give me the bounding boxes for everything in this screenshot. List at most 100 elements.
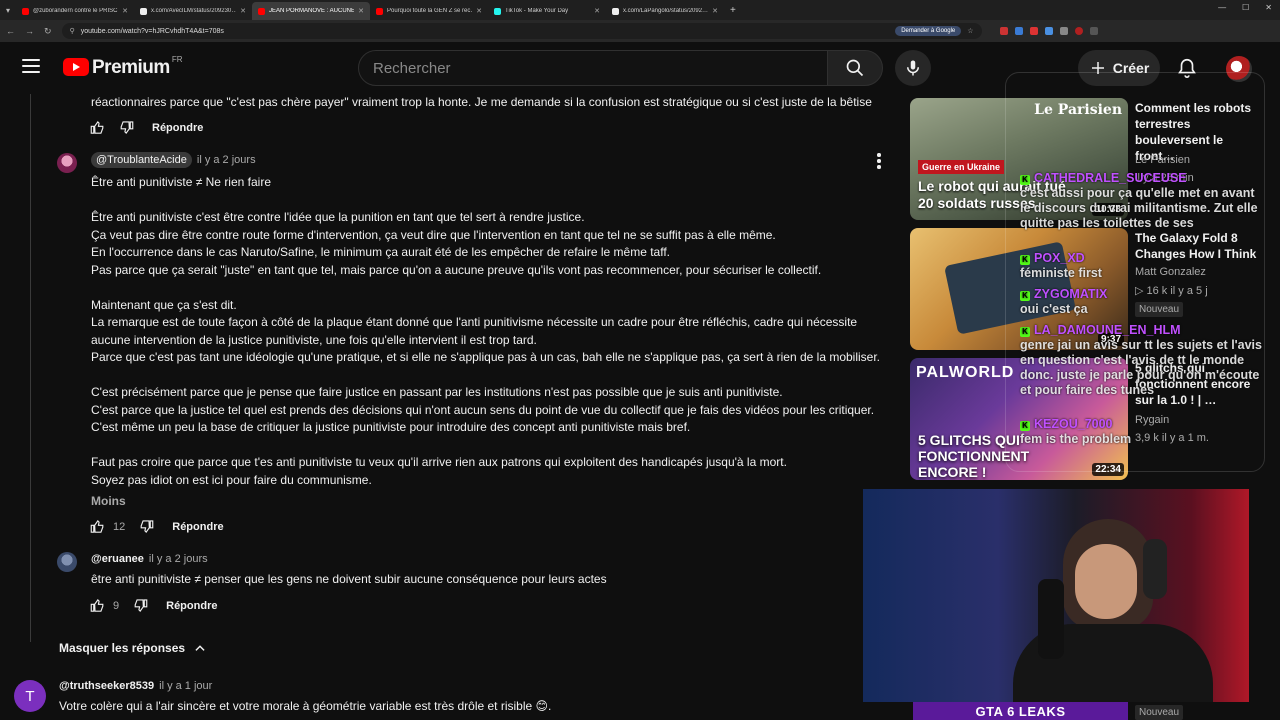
close-window-icon[interactable]: ✕ <box>1265 3 1272 12</box>
close-tab-icon[interactable]: ✕ <box>358 7 364 15</box>
chat-text: oui c'est ça <box>1020 302 1088 316</box>
new-tab-icon[interactable]: + <box>724 5 742 16</box>
browser-tab[interactable]: Pourquoi toute la GEN Z se rec… ✕ <box>370 2 488 20</box>
avatar[interactable]: T <box>14 680 46 712</box>
avatar[interactable] <box>57 153 77 173</box>
chat-text: genre jai un avis sur tt les sujets et l… <box>1020 338 1262 397</box>
streamer-face <box>1075 544 1137 619</box>
youtube-premium-logo[interactable]: Premium FR <box>63 55 183 78</box>
menu-icon[interactable] <box>1089 27 1098 35</box>
chat-text: fem is the problem <box>1020 432 1132 446</box>
browser-tab-active[interactable]: JEAN PORMANOVE : AUCUNE… ✕ <box>252 2 370 20</box>
comment-header: @TroublanteAcide il y a 2 jours <box>91 152 256 168</box>
close-tab-icon[interactable]: ✕ <box>240 7 246 15</box>
author-name[interactable]: @eruanee <box>91 553 144 565</box>
tab-title: TikTok - Make Your Day <box>505 8 569 14</box>
search-input[interactable] <box>373 59 827 77</box>
search-icon <box>846 59 864 77</box>
microphone-icon <box>907 60 919 76</box>
close-tab-icon[interactable]: ✕ <box>712 7 718 15</box>
hide-replies-button[interactable]: Masquer les réponses <box>59 641 207 655</box>
reply-button[interactable]: Répondre <box>152 122 203 134</box>
comment-time[interactable]: il y a 2 jours <box>149 553 208 565</box>
extension-icon[interactable] <box>999 27 1008 35</box>
like-icon[interactable] <box>90 120 105 135</box>
comment-line: Être anti punitiviste c'est être contre … <box>91 210 585 224</box>
browser-tab[interactable]: x.com/AvecILM/status/209230… ✕ <box>134 2 252 20</box>
author-name[interactable]: @TroublanteAcide <box>91 152 192 168</box>
browser-tab[interactable]: TikTok - Make Your Day ✕ <box>488 2 606 20</box>
reply-button[interactable]: Répondre <box>166 600 217 612</box>
comment-actions: 12 Répondre <box>90 519 224 534</box>
logo-country-code: FR <box>171 55 183 64</box>
like-icon[interactable] <box>90 519 105 534</box>
chat-message: K CATHEDRALE_SUCEUSE c'est aussi pour ça q… <box>1020 171 1265 231</box>
comment-line: Ça veut pas dire être contre route forme… <box>91 227 776 242</box>
tab-search-icon[interactable]: ▾ <box>0 0 16 20</box>
comment-text: être anti punitiviste ≠ penser que les g… <box>91 572 607 586</box>
close-tab-icon[interactable]: ✕ <box>594 7 600 15</box>
tab-title: JEAN PORMANOVE : AUCUNE… <box>269 8 355 14</box>
extension-icon[interactable] <box>1044 27 1053 35</box>
reply-button[interactable]: Répondre <box>172 521 223 533</box>
thumb-game-title: PALWORLD <box>916 364 1015 381</box>
dislike-icon[interactable] <box>119 120 134 135</box>
bookmark-star-icon[interactable]: ☆ <box>967 27 973 35</box>
comment-line: aucune intervention de la justice puniti… <box>91 332 537 347</box>
forward-icon[interactable]: → <box>25 26 34 36</box>
like-count: 9 <box>113 599 120 612</box>
comment-line: Soyez pas idiot on est ici pour faire du… <box>91 472 372 487</box>
browser-tab[interactable]: x.com/LaPangolo/status/2092… ✕ <box>606 2 724 20</box>
comments-section: réactionnaires parce que "c'est pas chèr… <box>0 94 900 720</box>
browser-toolbar: ← → ↻ ⚲ youtube.com/watch?v=hJRCvhdhT4A&… <box>0 20 1280 42</box>
extension-icon[interactable] <box>1014 27 1023 35</box>
ask-google-button[interactable]: Demander à Google <box>895 26 962 36</box>
profile-icon[interactable] <box>1074 27 1083 35</box>
voice-search-button[interactable] <box>895 50 931 86</box>
minimize-icon[interactable]: — <box>1218 3 1226 12</box>
like-icon[interactable] <box>90 598 105 613</box>
comment-line: Maintenant que ça s'est dit. <box>91 297 237 312</box>
like-count: 12 <box>113 520 126 533</box>
address-bar[interactable]: ⚲ youtube.com/watch?v=hJRCvhdhT4A&t=708s… <box>61 23 982 39</box>
chat-username: LA_DAMOUNE_EN_HLM <box>1034 323 1181 337</box>
show-less-button[interactable]: Moins <box>91 494 126 508</box>
dislike-icon[interactable] <box>133 598 148 613</box>
stream-chat-overlay: K CATHEDRALE_SUCEUSE c'est aussi pour ça q… <box>1005 72 1265 472</box>
chat-text: féministe first <box>1020 266 1102 280</box>
kick-badge-icon: K <box>1020 175 1030 185</box>
comment-text: Votre colère qui a l'air sincère et votr… <box>59 699 552 713</box>
comment-time[interactable]: il y a 2 jours <box>197 154 256 166</box>
chat-message: K KEZOU_7000 fem is the problem <box>1020 417 1265 447</box>
close-tab-icon[interactable]: ✕ <box>122 7 128 15</box>
avatar[interactable] <box>57 552 77 572</box>
chevron-up-icon <box>195 645 205 651</box>
extension-icon[interactable] <box>1059 27 1068 35</box>
search-box[interactable] <box>358 50 828 86</box>
chat-message: K LA_DAMOUNE_EN_HLM genre jai un avis sur … <box>1020 323 1265 398</box>
close-tab-icon[interactable]: ✕ <box>476 7 482 15</box>
author-name[interactable]: @truthseeker8539 <box>59 680 154 692</box>
kick-badge-icon: K <box>1020 291 1030 301</box>
back-icon[interactable]: ← <box>6 26 15 36</box>
dislike-icon[interactable] <box>139 519 154 534</box>
reload-icon[interactable]: ↻ <box>44 26 52 37</box>
browser-tab[interactable]: @zuborandern contre le PRISC… ✕ <box>16 2 134 20</box>
site-info-icon[interactable]: ⚲ <box>70 27 75 35</box>
hamburger-menu-icon[interactable] <box>22 59 40 77</box>
maximize-icon[interactable]: ☐ <box>1242 3 1249 12</box>
search-button[interactable] <box>827 50 883 86</box>
comment-line: Être anti punitiviste ≠ Ne rien faire <box>91 175 271 189</box>
extension-icon[interactable] <box>1029 27 1038 35</box>
comment-header: @eruanee il y a 2 jours <box>91 553 208 565</box>
more-actions-icon[interactable] <box>877 153 881 171</box>
x-favicon-icon <box>612 7 619 15</box>
comment-actions: 9 Répondre <box>90 598 217 613</box>
comment-line: Faut pas croire que parce que t'es anti … <box>91 455 787 469</box>
tab-title: x.com/AvecILM/status/209230… <box>151 8 237 14</box>
streamer-webcam <box>863 489 1249 702</box>
youtube-play-icon <box>63 58 89 76</box>
comment-time[interactable]: il y a 1 jour <box>159 680 212 692</box>
tab-title: x.com/LaPangolo/status/2092… <box>623 8 709 14</box>
comment-line: Parce que c'est pas tant une idéologie q… <box>91 350 881 364</box>
